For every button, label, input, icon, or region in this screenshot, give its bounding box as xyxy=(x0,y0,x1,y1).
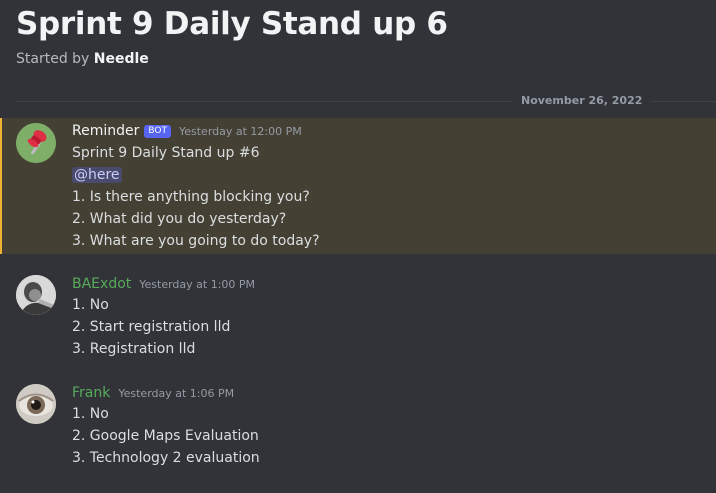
message-baexdot[interactable]: BAExdot Yesterday at 1:00 PM 1. No 2. St… xyxy=(0,272,716,362)
message-text: 2. Start registration lld xyxy=(72,319,231,335)
date-divider-text: November 26, 2022 xyxy=(513,94,651,107)
message-text: @here xyxy=(72,167,122,183)
eye-photo-icon xyxy=(16,384,56,424)
thread-header: Sprint 9 Daily Stand up 6 Started by Nee… xyxy=(16,6,448,67)
message-timestamp: Yesterday at 12:00 PM xyxy=(178,125,302,138)
author-name[interactable]: Reminder xyxy=(72,123,139,139)
reminder-avatar[interactable] xyxy=(16,123,56,163)
message-text: 2. Google Maps Evaluation xyxy=(72,428,259,444)
message-text: 2. What did you do yesterday? xyxy=(72,211,287,227)
message-reminder[interactable]: Reminder BOT Yesterday at 12:00 PM Sprin… xyxy=(0,118,716,254)
frank-avatar[interactable] xyxy=(16,384,56,424)
message-timestamp: Yesterday at 1:00 PM xyxy=(139,278,256,291)
pushpin-icon xyxy=(16,123,56,163)
date-divider: November 26, 2022 xyxy=(16,94,716,107)
thread-title: Sprint 9 Daily Stand up 6 xyxy=(16,6,448,42)
thread-starter: Started by Needle xyxy=(16,51,448,67)
author-name[interactable]: BAExdot xyxy=(72,276,131,292)
message-text: 1. Is there anything blocking you? xyxy=(72,189,310,205)
message-text: 1. No xyxy=(72,297,109,313)
starter-name[interactable]: Needle xyxy=(94,51,149,67)
message-frank[interactable]: Frank Yesterday at 1:06 PM 1. No 2. Goog… xyxy=(0,381,716,471)
message-text: 1. No xyxy=(72,406,109,422)
bot-tag-badge: BOT xyxy=(144,125,171,138)
baexdot-avatar[interactable] xyxy=(16,275,56,315)
message-timestamp: Yesterday at 1:06 PM xyxy=(118,387,235,400)
here-mention[interactable]: @here xyxy=(72,167,122,183)
started-by-label: Started by xyxy=(16,51,90,67)
author-name[interactable]: Frank xyxy=(72,385,110,401)
message-text: 3. What are you going to do today? xyxy=(72,233,320,249)
message-text: 3. Technology 2 evaluation xyxy=(72,450,260,466)
message-text: 3. Registration lld xyxy=(72,341,196,357)
user-photo-icon xyxy=(16,275,56,315)
message-text: Sprint 9 Daily Stand up #6 xyxy=(72,145,260,161)
